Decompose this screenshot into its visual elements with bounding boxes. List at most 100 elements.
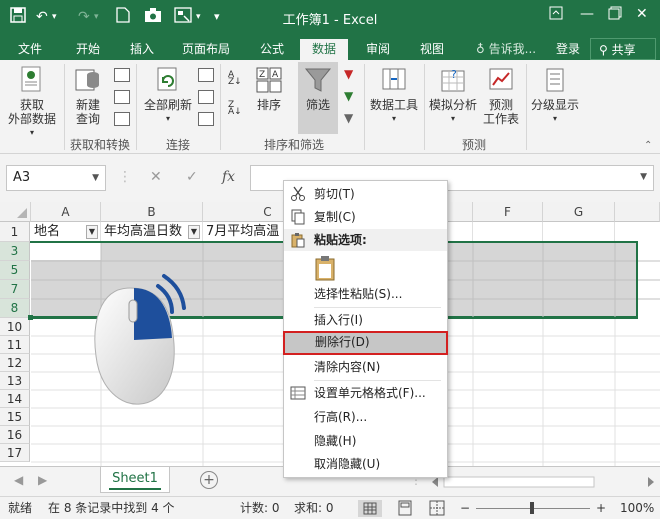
recent-sources-icon[interactable] <box>114 112 130 126</box>
collapse-ribbon-icon[interactable]: ⌃ <box>644 140 652 151</box>
select-all-corner[interactable] <box>0 202 31 222</box>
cell-g1[interactable] <box>543 222 615 242</box>
menu-item-clear-contents[interactable]: 清除内容(N) <box>284 356 447 378</box>
show-queries-icon[interactable] <box>114 68 130 82</box>
row-header-3[interactable]: 3 <box>0 242 30 261</box>
tab-page-layout[interactable]: 页面布局 <box>176 39 236 60</box>
what-if-label: 模拟分析 <box>428 98 477 112</box>
tab-review[interactable]: 审阅 <box>360 39 396 60</box>
tab-data[interactable]: 数据 <box>300 39 348 60</box>
zoom-in-button[interactable]: + <box>596 497 606 519</box>
filter-dropdown-b-icon[interactable]: ▼ <box>188 225 200 239</box>
row-header-8[interactable]: 8 <box>0 299 30 318</box>
row-header-15[interactable]: 15 <box>0 408 30 426</box>
from-table-icon[interactable] <box>114 90 130 104</box>
column-header-g[interactable]: G <box>543 202 615 222</box>
tab-file[interactable]: 文件 <box>12 39 48 60</box>
normal-view-icon[interactable] <box>358 500 382 517</box>
menu-item-unhide[interactable]: 取消隐藏(U) <box>284 453 447 475</box>
add-sheet-button[interactable]: + <box>200 471 218 489</box>
share-button[interactable]: ⚲ 共享 <box>590 38 656 60</box>
zoom-out-button[interactable]: − <box>460 497 470 519</box>
group-sort-filter-label: 排序和筛选 <box>264 138 325 152</box>
row-header-17[interactable]: 17 <box>0 444 30 462</box>
what-if-analysis-button[interactable]: ? 模拟分析 ▾ <box>428 66 478 126</box>
get-external-data-button[interactable]: 获取 外部数据 ▾ <box>6 66 58 140</box>
tab-home[interactable]: 开始 <box>70 39 106 60</box>
expand-formula-bar-icon[interactable]: ▼ <box>640 172 647 182</box>
name-box[interactable]: A3 ▼ <box>6 165 106 191</box>
next-sheet-icon[interactable]: ▶ <box>38 473 47 487</box>
menu-item-insert-row[interactable]: 插入行(I) <box>284 309 447 331</box>
page-layout-view-icon[interactable] <box>396 500 414 519</box>
tab-insert[interactable]: 插入 <box>124 39 160 60</box>
cell-f1[interactable] <box>473 222 543 242</box>
zoom-slider-thumb[interactable] <box>530 502 534 514</box>
connections-icon[interactable] <box>198 68 214 82</box>
menu-item-hide[interactable]: 隐藏(H) <box>284 430 447 452</box>
login-link[interactable]: 登录 <box>556 39 580 60</box>
fill-handle[interactable] <box>28 315 33 320</box>
data-tools-button[interactable]: 数据工具 ▾ <box>368 66 420 126</box>
close-icon[interactable]: ✕ <box>636 6 648 22</box>
row-header-14[interactable]: 14 <box>0 390 30 408</box>
refresh-all-button[interactable]: 全部刷新 ▾ <box>142 66 194 126</box>
edit-links-icon[interactable] <box>198 112 214 126</box>
row-header-13[interactable]: 13 <box>0 372 30 390</box>
row-header-1[interactable]: 1 <box>0 222 30 242</box>
column-header-b[interactable]: B <box>101 202 203 222</box>
group-forecast-label: 预测 <box>462 138 487 152</box>
enter-icon[interactable]: ✓ <box>186 169 198 185</box>
sheet-tab-sheet1[interactable]: Sheet1 <box>100 467 170 493</box>
menu-item-format-cells[interactable]: 设置单元格格式(F)... <box>284 382 447 404</box>
menu-label-clear-contents: 清除内容(N) <box>314 360 381 374</box>
sort-descending-icon[interactable]: Z A↓ <box>228 101 244 117</box>
name-box-dropdown-icon[interactable]: ▼ <box>92 166 99 190</box>
formula-bar-grip-icon: ⋮ <box>118 169 132 185</box>
column-header-a[interactable]: A <box>31 202 101 222</box>
filter-active-dropdown-icon[interactable]: ▼ <box>86 225 98 239</box>
cancel-icon[interactable]: ✕ <box>150 169 162 185</box>
properties-icon[interactable] <box>198 90 214 104</box>
prev-sheet-icon[interactable]: ◀ <box>14 473 23 487</box>
minimize-icon[interactable]: — <box>580 6 594 22</box>
reapply-filter-icon[interactable]: ▼ <box>344 90 360 104</box>
sort-button[interactable]: ZA 排序 <box>250 66 288 112</box>
column-header-overflow <box>615 202 660 222</box>
advanced-filter-icon[interactable]: ▼ <box>344 112 360 126</box>
ribbon: 获取 外部数据 ▾ 新建 查询 获取和转换 全部刷新 ▾ 连接 A Z↓ Z A↓ … <box>0 60 660 154</box>
row-header-5[interactable]: 5 <box>0 261 30 280</box>
forecast-sheet-button[interactable]: 预测 工作表 <box>480 66 522 126</box>
menu-item-row-height[interactable]: 行高(R)... <box>284 406 447 428</box>
outline-button[interactable]: 分级显示 ▾ <box>530 66 580 126</box>
menu-item-paste-special[interactable]: 选择性粘贴(S)... <box>284 283 447 305</box>
sort-ascending-icon[interactable]: A Z↓ <box>228 71 244 87</box>
menu-item-copy[interactable]: 复制(C) <box>284 206 447 228</box>
restore-icon[interactable] <box>608 6 622 24</box>
filter-button[interactable]: 筛选 <box>298 66 338 112</box>
get-data-dropdown-icon: ▾ <box>29 128 34 137</box>
mouse-right-click-illustration <box>94 274 186 405</box>
column-header-f[interactable]: F <box>473 202 543 222</box>
row-header-11[interactable]: 11 <box>0 336 30 354</box>
ribbon-display-icon[interactable] <box>549 6 563 24</box>
menu-item-cut[interactable]: 剪切(T) <box>284 183 447 205</box>
tell-me-search[interactable]: ♁ 告诉我... <box>476 39 536 60</box>
tab-formulas[interactable]: 公式 <box>254 39 290 60</box>
tab-view[interactable]: 视图 <box>414 39 450 60</box>
page-break-view-icon[interactable] <box>428 500 446 519</box>
svg-text:A: A <box>272 70 279 80</box>
zoom-level[interactable]: 100% <box>620 497 654 519</box>
cell-b1-text: 年均高温日数 <box>104 224 183 239</box>
insert-function-button[interactable]: fx <box>222 169 235 185</box>
row-header-7[interactable]: 7 <box>0 280 30 299</box>
row-header-10[interactable]: 10 <box>0 318 30 336</box>
get-data-label: 获取 外部数据 <box>7 98 56 126</box>
menu-item-delete-row[interactable]: 删除行(D) <box>283 331 448 355</box>
row-header-12[interactable]: 12 <box>0 354 30 372</box>
menu-item-paste-clipboard[interactable] <box>284 253 447 283</box>
new-query-button[interactable]: 新建 查询 <box>68 66 108 126</box>
horizontal-scrollbar[interactable] <box>430 476 656 488</box>
row-header-16[interactable]: 16 <box>0 426 30 444</box>
clear-filter-icon[interactable]: ▼ <box>344 68 360 82</box>
